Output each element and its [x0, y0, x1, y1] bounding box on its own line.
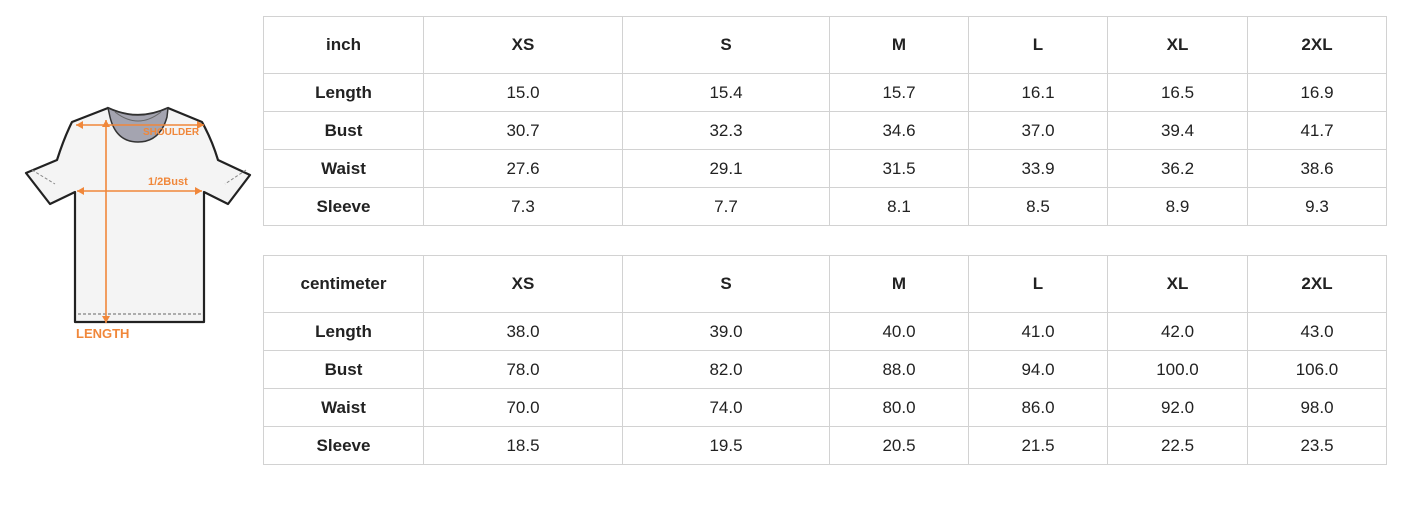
row-label: Bust: [263, 350, 424, 389]
table-cell: 41.7: [1247, 111, 1387, 150]
table-row: Waist 27.6 29.1 31.5 33.9 36.2 38.6: [263, 149, 1387, 188]
size-header: 2XL: [1247, 255, 1387, 313]
table-cell: 43.0: [1247, 312, 1387, 351]
table-cell: 74.0: [622, 388, 830, 427]
bust-label: 1/2Bust: [148, 176, 188, 188]
table-cell: 32.3: [622, 111, 830, 150]
table-row: Bust 78.0 82.0 88.0 94.0 100.0 106.0: [263, 350, 1387, 389]
table-cell: 23.5: [1247, 426, 1387, 465]
row-label: Bust: [263, 111, 424, 150]
unit-header: centimeter: [263, 255, 424, 313]
size-header: XS: [423, 16, 623, 74]
size-header: 2XL: [1247, 16, 1387, 74]
row-label: Length: [263, 312, 424, 351]
size-header: M: [829, 255, 969, 313]
table-cell: 38.6: [1247, 149, 1387, 188]
table-cell: 8.9: [1107, 187, 1248, 226]
row-label: Waist: [263, 149, 424, 188]
table-cell: 38.0: [423, 312, 623, 351]
size-header: XL: [1107, 255, 1248, 313]
table-cell: 100.0: [1107, 350, 1248, 389]
table-cell: 34.6: [829, 111, 969, 150]
table-cell: 7.3: [423, 187, 623, 226]
table-header-row: inch XS S M L XL 2XL: [263, 16, 1387, 74]
table-cell: 80.0: [829, 388, 969, 427]
table-cell: 42.0: [1107, 312, 1248, 351]
row-label: Sleeve: [263, 187, 424, 226]
table-cell: 31.5: [829, 149, 969, 188]
size-table-inch: inch XS S M L XL 2XL Length 15.0 15.4 15…: [263, 16, 1387, 226]
table-cell: 92.0: [1107, 388, 1248, 427]
size-header: XL: [1107, 16, 1248, 74]
table-header-row: centimeter XS S M L XL 2XL: [263, 255, 1387, 313]
table-cell: 37.0: [968, 111, 1108, 150]
table-cell: 22.5: [1107, 426, 1248, 465]
table-cell: 33.9: [968, 149, 1108, 188]
shoulder-label: SHOULDER: [143, 127, 200, 138]
table-cell: 41.0: [968, 312, 1108, 351]
size-header: XS: [423, 255, 623, 313]
table-cell: 15.4: [622, 73, 830, 112]
table-cell: 16.1: [968, 73, 1108, 112]
table-row: Sleeve 18.5 19.5 20.5 21.5 22.5 23.5: [263, 426, 1387, 465]
length-label: LENGTH: [76, 326, 129, 341]
table-cell: 8.1: [829, 187, 969, 226]
table-row: Length 38.0 39.0 40.0 41.0 42.0 43.0: [263, 312, 1387, 351]
table-cell: 40.0: [829, 312, 969, 351]
table-cell: 16.9: [1247, 73, 1387, 112]
table-cell: 39.0: [622, 312, 830, 351]
table-cell: 106.0: [1247, 350, 1387, 389]
unit-header: inch: [263, 16, 424, 74]
table-cell: 9.3: [1247, 187, 1387, 226]
table-row: Sleeve 7.3 7.7 8.1 8.5 8.9 9.3: [263, 187, 1387, 226]
table-cell: 98.0: [1247, 388, 1387, 427]
table-cell: 30.7: [423, 111, 623, 150]
table-cell: 39.4: [1107, 111, 1248, 150]
table-cell: 36.2: [1107, 149, 1248, 188]
row-label: Waist: [263, 388, 424, 427]
table-cell: 94.0: [968, 350, 1108, 389]
size-header: L: [968, 255, 1108, 313]
table-cell: 18.5: [423, 426, 623, 465]
table-row: Bust 30.7 32.3 34.6 37.0 39.4 41.7: [263, 111, 1387, 150]
row-label: Length: [263, 73, 424, 112]
table-cell: 29.1: [622, 149, 830, 188]
table-cell: 88.0: [829, 350, 969, 389]
table-cell: 19.5: [622, 426, 830, 465]
size-header: M: [829, 16, 969, 74]
table-cell: 27.6: [423, 149, 623, 188]
table-cell: 70.0: [423, 388, 623, 427]
table-cell: 21.5: [968, 426, 1108, 465]
tshirt-measurement-illustration: SHOULDER 1/2Bust LENGTH: [24, 106, 252, 341]
table-cell: 15.0: [423, 73, 623, 112]
table-cell: 15.7: [829, 73, 969, 112]
table-cell: 82.0: [622, 350, 830, 389]
table-cell: 86.0: [968, 388, 1108, 427]
table-cell: 78.0: [423, 350, 623, 389]
table-row: Length 15.0 15.4 15.7 16.1 16.5 16.9: [263, 73, 1387, 112]
row-label: Sleeve: [263, 426, 424, 465]
size-table-centimeter: centimeter XS S M L XL 2XL Length 38.0 3…: [263, 255, 1387, 465]
table-cell: 8.5: [968, 187, 1108, 226]
table-cell: 20.5: [829, 426, 969, 465]
size-header: S: [622, 16, 830, 74]
table-cell: 16.5: [1107, 73, 1248, 112]
table-cell: 7.7: [622, 187, 830, 226]
size-header: L: [968, 16, 1108, 74]
table-row: Waist 70.0 74.0 80.0 86.0 92.0 98.0: [263, 388, 1387, 427]
size-header: S: [622, 255, 830, 313]
